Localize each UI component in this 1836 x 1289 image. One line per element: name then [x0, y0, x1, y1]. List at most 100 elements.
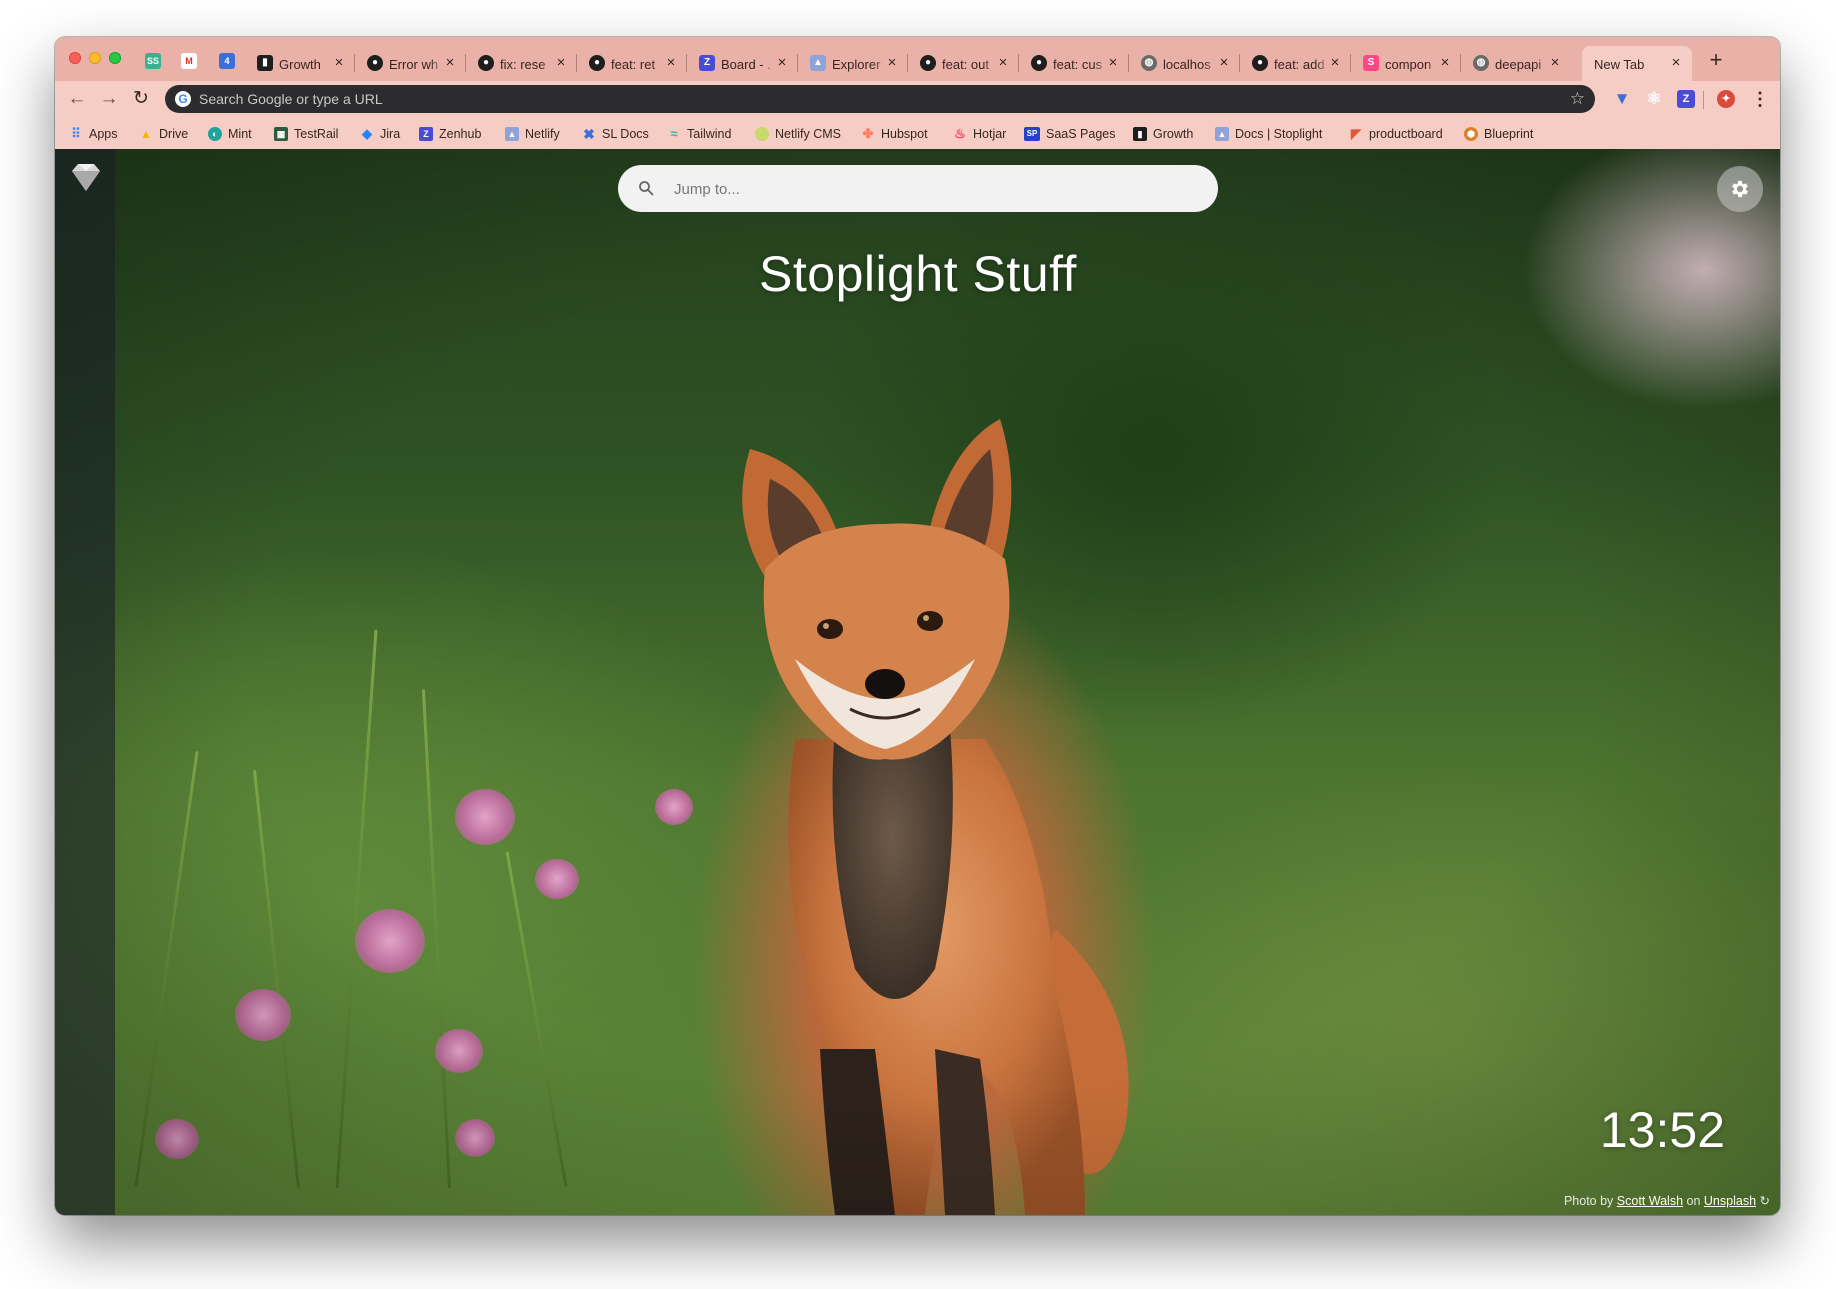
blueprint-icon: ⬢: [1464, 127, 1478, 141]
tab-9[interactable]: ◍ localhos ×: [1129, 46, 1240, 81]
tab-close-icon[interactable]: ×: [331, 55, 347, 71]
tab-11[interactable]: S compon ×: [1351, 46, 1461, 81]
tab-close-icon[interactable]: ×: [1105, 55, 1121, 71]
zenhub-extension-icon[interactable]: Z: [1677, 90, 1695, 108]
forward-button[interactable]: →: [97, 87, 121, 111]
tab-close-icon[interactable]: ×: [995, 55, 1011, 71]
bookmark-productboard[interactable]: ◤ productboard: [1349, 125, 1443, 143]
tab-close-icon[interactable]: ×: [774, 55, 790, 71]
photo-author-link[interactable]: Scott Walsh: [1617, 1194, 1683, 1208]
tab-close-icon[interactable]: ×: [553, 55, 569, 71]
bookmark-jira[interactable]: ◆ Jira: [360, 125, 400, 143]
tab-close-icon[interactable]: ×: [1547, 55, 1563, 71]
jump-to-search: [618, 165, 1218, 214]
settings-button[interactable]: [1717, 166, 1763, 212]
tab-7[interactable]: ● feat: out ×: [908, 46, 1019, 81]
tab-close-icon[interactable]: ×: [663, 55, 679, 71]
bookmark-hubspot[interactable]: ✤ Hubspot: [861, 125, 928, 143]
address-bar[interactable]: G Search Google or type a URL ☆: [165, 85, 1595, 113]
bookmark-star-icon[interactable]: ☆: [1570, 89, 1585, 109]
globe-icon: ◍: [1473, 55, 1489, 71]
tab-close-icon[interactable]: ×: [1437, 55, 1453, 71]
back-button[interactable]: ←: [65, 87, 89, 111]
mint-icon: ◐: [208, 127, 222, 141]
bookmark-zenhub[interactable]: Z Zenhub: [419, 125, 481, 143]
tab-6[interactable]: ▲ Explorer ×: [798, 46, 908, 81]
tab-12[interactable]: ◍ deepapi ×: [1461, 46, 1571, 81]
tab-close-icon[interactable]: ×: [1327, 55, 1343, 71]
tab-close-icon[interactable]: ×: [1668, 55, 1684, 71]
tab-title: localhos: [1163, 57, 1211, 72]
diamond-logo-icon[interactable]: [70, 161, 102, 193]
pinned-tab-calendar[interactable]: 4: [219, 53, 235, 69]
bookmark-tailwind[interactable]: ≈ Tailwind: [667, 125, 731, 143]
tab-title: feat: ret: [611, 57, 656, 72]
tailwind-icon: ≈: [670, 126, 678, 141]
tab-8[interactable]: ● feat: cus ×: [1019, 46, 1129, 81]
reload-button[interactable]: ↻: [129, 87, 153, 111]
tab-1[interactable]: ▮ Growth ×: [245, 46, 355, 81]
photo-source-link[interactable]: Unsplash: [1704, 1194, 1756, 1208]
bookmark-drive[interactable]: ▲ Drive: [139, 125, 188, 143]
tab-title: feat: add: [1274, 57, 1325, 72]
zenhub-icon: Z: [419, 127, 433, 141]
menu-kebab-icon[interactable]: ⋮: [1751, 87, 1769, 111]
pinned-tab-gmail[interactable]: M: [181, 53, 197, 69]
storybook-icon: S: [1363, 55, 1379, 71]
bookmark-saas-pages[interactable]: SP SaaS Pages: [1024, 125, 1116, 143]
new-tab-button[interactable]: +: [1705, 49, 1727, 72]
trello-icon: ▮: [1133, 127, 1147, 141]
bookmark-growth[interactable]: ▮ Growth: [1133, 125, 1193, 143]
bookmarks-bar: ⠿ Apps ▲ Drive ◐ Mint ▦ TestRail ◆ Jira Z Zenh…: [55, 117, 1780, 149]
tab-new-tab[interactable]: New Tab ×: [1582, 46, 1692, 81]
clock: 13:52: [1599, 1102, 1725, 1158]
bookmark-sl-docs[interactable]: ✖ SL Docs: [582, 125, 649, 143]
github-icon: ●: [478, 55, 494, 71]
search-icon: [639, 181, 654, 196]
bookmark-netlify[interactable]: ▲ Netlify: [505, 125, 560, 143]
tab-3[interactable]: ● fix: rese ×: [466, 46, 577, 81]
tab-10[interactable]: ● feat: add ×: [1240, 46, 1351, 81]
tab-close-icon[interactable]: ×: [884, 55, 900, 71]
netlify-cms-icon: [755, 127, 769, 141]
stoplight-x-icon: ✖: [583, 126, 595, 142]
tab-title: compon: [1385, 57, 1432, 72]
google-icon: G: [175, 91, 191, 107]
tab-title: Growth: [279, 57, 321, 72]
bookmark-hotjar[interactable]: ♨ Hotjar: [953, 125, 1006, 143]
pinned-tab-ss[interactable]: SS: [145, 53, 161, 69]
sidebar: [55, 149, 115, 1215]
bookmark-blueprint[interactable]: ⬢ Blueprint: [1464, 125, 1533, 143]
github-icon: ●: [1252, 55, 1268, 71]
bookmark-docs-stoplight[interactable]: ▲ Docs | Stoplight: [1215, 125, 1322, 143]
productboard-icon: ◤: [1351, 126, 1361, 141]
zenhub-icon: Z: [699, 55, 715, 71]
minimize-window-button[interactable]: [89, 52, 101, 64]
bookmark-apps[interactable]: ⠿ Apps: [69, 125, 117, 143]
jump-to-input[interactable]: [672, 165, 1196, 214]
address-bar-placeholder: Search Google or type a URL: [199, 91, 383, 107]
tab-title: deepapi: [1495, 57, 1542, 72]
bookmark-mint[interactable]: ◐ Mint: [208, 125, 252, 143]
bookmark-testrail[interactable]: ▦ TestRail: [274, 125, 338, 143]
maximize-window-button[interactable]: [109, 52, 121, 64]
refresh-photo-icon[interactable]: ↻: [1760, 1194, 1770, 1208]
tab-title: Explorer: [832, 57, 881, 72]
tab-close-icon[interactable]: ×: [1216, 55, 1232, 71]
profile-avatar-icon[interactable]: ✦: [1717, 90, 1735, 108]
vpn-extension-icon[interactable]: ▼: [1613, 90, 1631, 108]
tab-5[interactable]: Z Board - . ×: [687, 46, 798, 81]
page-title: Stoplight Stuff: [759, 246, 1077, 302]
bookmark-netlify-cms[interactable]: Netlify CMS: [755, 125, 841, 143]
tab-4[interactable]: ● feat: ret ×: [577, 46, 687, 81]
github-icon: ●: [920, 55, 936, 71]
tab-close-icon[interactable]: ×: [442, 55, 458, 71]
hubspot-icon: ✤: [862, 126, 874, 141]
close-window-button[interactable]: [69, 52, 81, 64]
new-tab-page: Stoplight Stuff 13:52 Photo by Scott Wal…: [55, 149, 1780, 1215]
tab-title: feat: out: [942, 57, 989, 72]
react-devtools-icon[interactable]: ⚛: [1645, 90, 1663, 108]
jira-icon: ◆: [362, 126, 372, 141]
tab-2[interactable]: ● Error wh ×: [355, 46, 466, 81]
tab-strip: SS M 4 ▮ Growth × ● Error wh × ● fix: re…: [55, 37, 1780, 81]
